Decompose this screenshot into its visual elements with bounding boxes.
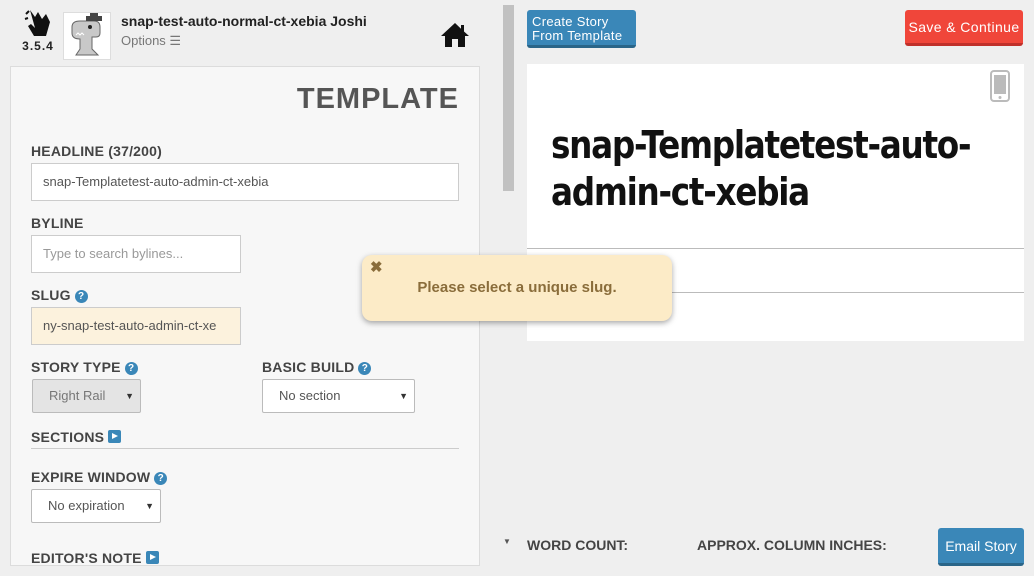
preview-divider <box>527 248 1024 249</box>
top-bar: 3.5.4 snap-test-auto-normal-ct-xebia Jos… <box>0 0 490 66</box>
help-icon[interactable]: ? <box>154 472 168 485</box>
divider <box>31 448 459 449</box>
basic-build-label: BASIC BUILD? <box>262 359 372 375</box>
toast-message: Please select a unique slug. <box>417 279 617 296</box>
help-icon[interactable]: ? <box>358 362 372 375</box>
headline-input[interactable]: snap-Templatetest-auto-admin-ct-xebia <box>31 163 459 201</box>
sections-label-text: SECTIONS <box>31 429 105 445</box>
dropdown-caret-icon: ▼ <box>125 391 134 401</box>
template-button-line2: From Template <box>532 28 623 43</box>
column-inches-label: APPROX. COLUMN INCHES: <box>697 537 887 553</box>
scrollbar-thumb[interactable] <box>503 5 514 191</box>
dino-avatar[interactable] <box>63 12 111 60</box>
expire-window-select[interactable]: No expiration ▼ <box>31 489 161 523</box>
close-icon[interactable]: ✖ <box>370 258 383 276</box>
basic-build-value: No section <box>279 388 341 403</box>
dropdown-caret-icon: ▼ <box>399 391 408 401</box>
editors-note-label-text: EDITOR'S NOTE <box>31 550 142 566</box>
headline-label: HEADLINE (37/200) <box>31 143 162 159</box>
slug-input[interactable]: ny-snap-test-auto-admin-ct-xe <box>31 307 241 345</box>
sections-play-icon[interactable] <box>108 430 122 443</box>
save-continue-button[interactable]: Save & Continue <box>905 10 1023 46</box>
story-type-select[interactable]: Right Rail ▼ <box>32 379 141 413</box>
editors-note-icon[interactable] <box>145 551 159 564</box>
expire-window-label-text: EXPIRE WINDOW <box>31 469 151 485</box>
word-count-label: WORD COUNT: <box>527 537 629 553</box>
snap-logo[interactable]: 3.5.4 <box>20 8 56 53</box>
create-story-from-template-button[interactable]: Create Story From Template <box>527 10 636 48</box>
template-button-line1: Create Story <box>532 14 609 29</box>
editors-note-label: EDITOR'S NOTE <box>31 550 159 566</box>
panel-heading: TEMPLATE <box>296 83 459 115</box>
preview-headline: snap-Templatetest-auto-admin-ct-xebia <box>551 123 972 214</box>
email-story-button[interactable]: Email Story <box>938 528 1024 566</box>
help-icon[interactable]: ? <box>74 290 88 303</box>
version-number: 3.5.4 <box>22 39 54 53</box>
mobile-device-icon[interactable] <box>990 70 1010 102</box>
snap-logo-icon <box>24 10 50 36</box>
scroll-down-arrow-icon[interactable]: ▼ <box>503 537 511 546</box>
options-menu-link[interactable]: Options ☰ <box>121 33 181 49</box>
expire-window-label: EXPIRE WINDOW? <box>31 469 168 485</box>
basic-build-select[interactable]: No section ▼ <box>262 379 415 413</box>
story-type-label: STORY TYPE? <box>31 359 138 375</box>
dropdown-caret-icon: ▼ <box>145 501 154 511</box>
byline-search-input[interactable]: Type to search bylines... <box>31 235 241 273</box>
basic-build-label-text: BASIC BUILD <box>262 359 355 375</box>
help-icon[interactable]: ? <box>124 362 138 375</box>
sections-label[interactable]: SECTIONS <box>31 429 122 445</box>
slug-label-text: SLUG <box>31 287 71 303</box>
slug-label: SLUG? <box>31 287 88 303</box>
expire-window-value: No expiration <box>48 498 125 513</box>
story-type-value: Right Rail <box>49 388 106 403</box>
home-icon[interactable] <box>440 22 470 48</box>
byline-label: BYLINE <box>31 215 84 231</box>
slug-warning-toast: ✖ Please select a unique slug. <box>362 255 672 321</box>
user-name: snap-test-auto-normal-ct-xebia Joshi <box>121 13 367 29</box>
story-type-label-text: STORY TYPE <box>31 359 121 375</box>
